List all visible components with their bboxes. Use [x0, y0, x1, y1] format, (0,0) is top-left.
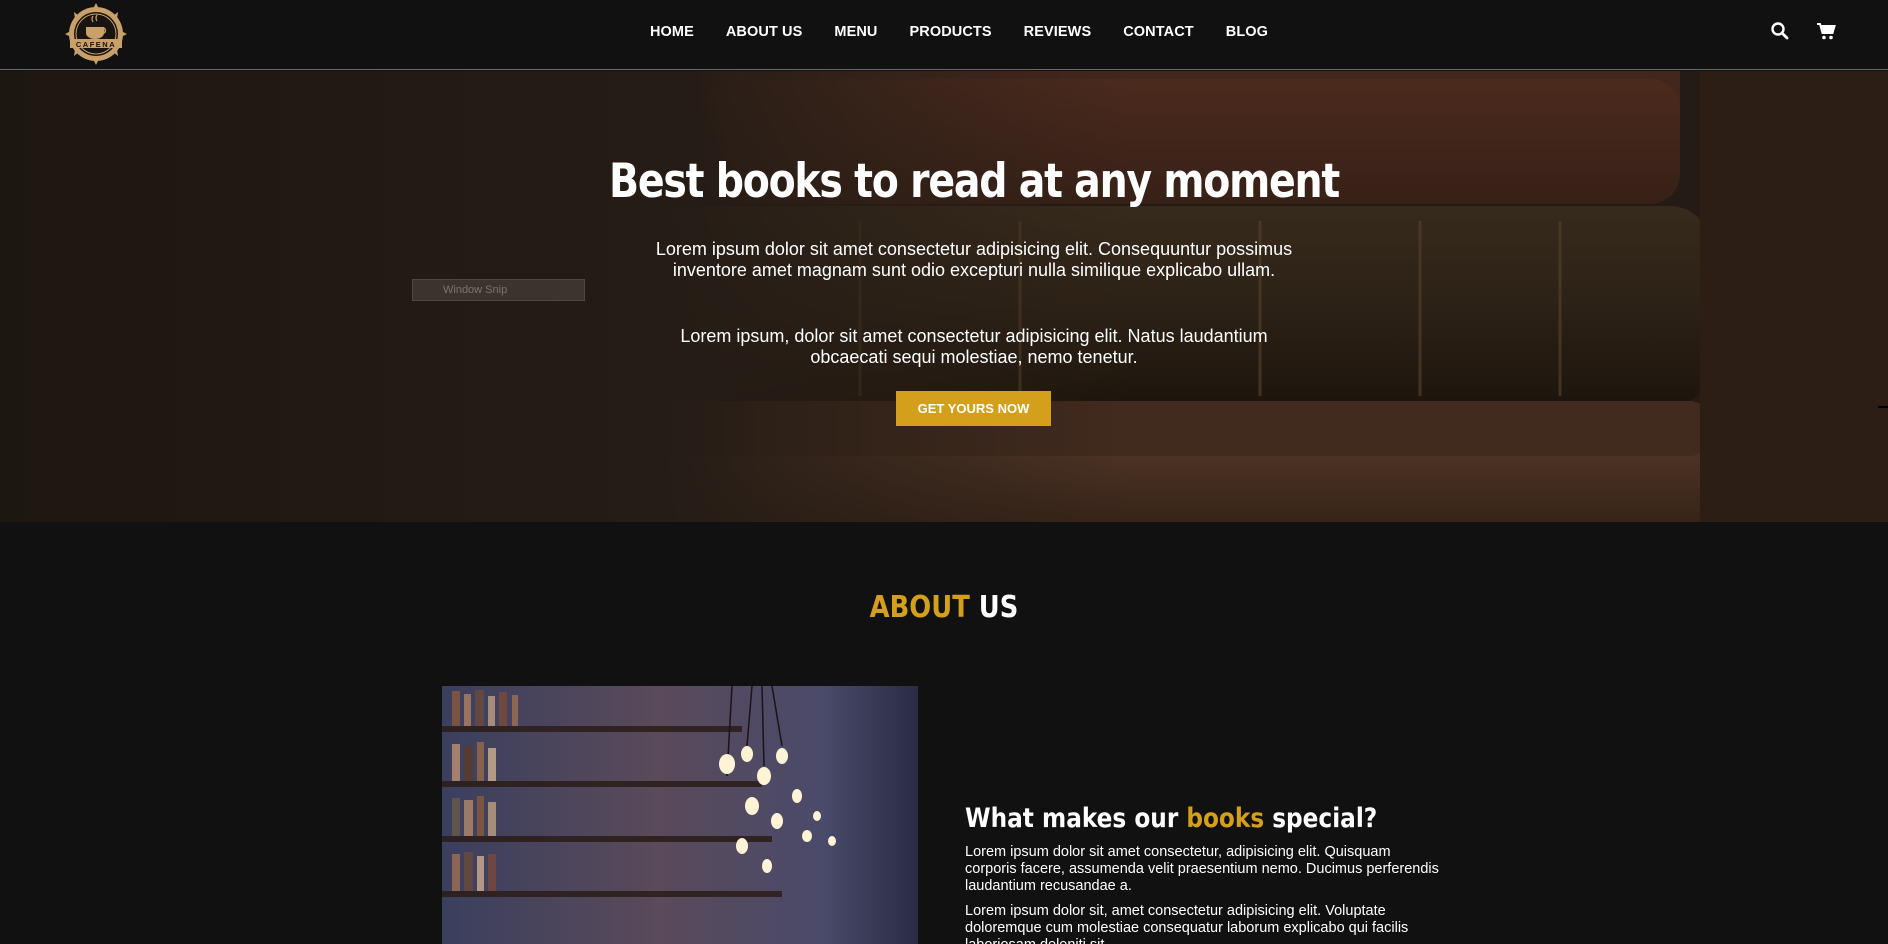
about-title: ABOUT US [132, 590, 1756, 625]
nav-about-us[interactable]: ABOUT US [726, 24, 803, 40]
about-heading-post: special? [1272, 803, 1378, 834]
window-snip-label: Window Snip [412, 279, 585, 301]
cart-icon[interactable] [1816, 21, 1836, 41]
about-paragraph-2: Lorem ipsum dolor sit, amet consectetur … [965, 903, 1409, 944]
about-title-accent: ABOUT [869, 590, 970, 625]
about-paragraph-1: Lorem ipsum dolor sit amet consectetur, … [965, 844, 1439, 894]
logo-emblem [65, 3, 127, 65]
about-heading-pre: What makes our [965, 803, 1179, 834]
site-header: CAFENA HOME ABOUT US MENU PRODUCTS REVIE… [0, 0, 1888, 70]
main-nav: HOME ABOUT US MENU PRODUCTS REVIEWS CONT… [0, 0, 1888, 64]
search-icon[interactable] [1770, 21, 1790, 41]
nav-home[interactable]: HOME [650, 24, 694, 40]
about-heading-accent: books [1186, 803, 1265, 834]
nav-blog[interactable]: BLOG [1226, 24, 1268, 40]
edge-divider [1878, 406, 1888, 408]
nav-reviews[interactable]: REVIEWS [1024, 24, 1092, 40]
library-image [442, 686, 918, 944]
nav-products[interactable]: PRODUCTS [909, 24, 991, 40]
hero-title: Best books to read at any moment [609, 154, 1340, 209]
hero-paragraph-1: Lorem ipsum dolor sit amet consectetur a… [655, 239, 1293, 280]
hero-section: Window Snip Best books to read at any mo… [0, 71, 1888, 522]
cafena-logo[interactable]: CAFENA [60, 3, 132, 65]
hero-paragraph-2: Lorem ipsum, dolor sit amet consectetur … [680, 326, 1268, 367]
hero-overlay [0, 71, 1888, 522]
page: CAFENA HOME ABOUT US MENU PRODUCTS REVIE… [0, 0, 1888, 944]
logo-text: CAFENA [75, 40, 117, 49]
about-heading: What makes our books special? [965, 803, 1481, 834]
nav-menu[interactable]: MENU [834, 24, 877, 40]
nav-contact[interactable]: CONTACT [1123, 24, 1194, 40]
header-icons [1770, 21, 1836, 41]
get-yours-now-button[interactable]: GET YOURS NOW [896, 391, 1051, 426]
about-title-rest: US [978, 590, 1019, 625]
